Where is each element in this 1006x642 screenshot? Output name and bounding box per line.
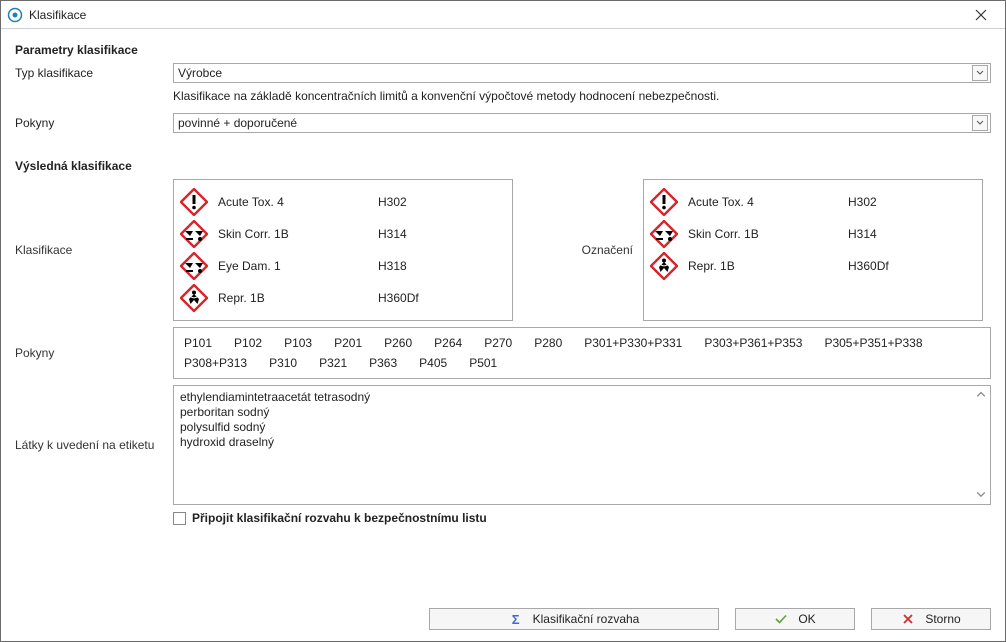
substances-row: Látky k uvedení na etiketu ethylendiamin… — [15, 385, 991, 505]
results-section-title: Výsledná klasifikace — [15, 159, 991, 173]
classification-code: H360Df — [378, 291, 504, 305]
classification-name: Repr. 1B — [218, 291, 378, 305]
classification-name: Skin Corr. 1B — [218, 227, 378, 241]
substance-line: ethylendiamintetraacetát tetrasodný — [180, 390, 972, 405]
type-hint-row: Klasifikace na základě koncentračních li… — [15, 87, 991, 109]
cancel-button-label: Storno — [925, 612, 960, 626]
checkbox-row: Připojit klasifikační rozvahu k bezpečno… — [15, 511, 991, 525]
p-code: P310 — [269, 356, 297, 370]
classification-name: Repr. 1B — [688, 259, 848, 273]
instructions-row: Pokyny povinné + doporučené — [15, 113, 991, 133]
chevron-down-icon — [974, 488, 988, 502]
substances-box: ethylendiamintetraacetát tetrasodnýperbo… — [173, 385, 991, 505]
type-combo[interactable]: Výrobce — [173, 63, 991, 83]
close-icon — [975, 9, 987, 21]
dialog-window: Klasifikace Parametry klasifikace Typ kl… — [0, 0, 1006, 642]
type-row: Typ klasifikace Výrobce — [15, 63, 991, 83]
classification-code: H360Df — [848, 259, 974, 273]
attach-checkbox[interactable] — [173, 512, 186, 525]
ok-button[interactable]: OK — [735, 608, 855, 630]
p-code: P301+P330+P331 — [584, 336, 682, 350]
instructions-combo[interactable]: povinné + doporučené — [173, 113, 991, 133]
ghs-corr-icon — [180, 252, 208, 280]
p-code: P260 — [384, 336, 412, 350]
ghs-health-icon — [650, 252, 678, 280]
x-icon — [901, 612, 915, 626]
p-code: P264 — [434, 336, 462, 350]
ghs-exclam-icon — [650, 188, 678, 216]
p-code: P101 — [184, 336, 212, 350]
classification-item: Skin Corr. 1BH314 — [180, 218, 504, 250]
params-section-title: Parametry klasifikace — [15, 43, 991, 57]
chevron-up-icon — [974, 388, 988, 402]
sigma-icon: Σ — [509, 612, 523, 626]
classification-code: H314 — [378, 227, 504, 241]
classification-item: Skin Corr. 1BH314 — [650, 218, 974, 250]
app-icon — [7, 7, 23, 23]
p-code: P303+P361+P353 — [704, 336, 802, 350]
close-button[interactable] — [961, 1, 1001, 28]
ghs-health-icon — [180, 284, 208, 312]
classification-name: Acute Tox. 4 — [688, 195, 848, 209]
instructions-label: Pokyny — [15, 116, 173, 130]
pcodes-box: P101 P102 P103 P201 P260 P264 P270 P280 P301+P33… — [173, 327, 991, 379]
reasoning-button-label: Klasifikační rozvaha — [533, 612, 640, 626]
substance-line: hydroxid draselný — [180, 435, 972, 450]
titlebar: Klasifikace — [1, 1, 1005, 29]
classification-code: H318 — [378, 259, 504, 273]
scrollbar[interactable] — [974, 388, 988, 502]
substances-list: ethylendiamintetraacetát tetrasodnýperbo… — [180, 390, 972, 450]
content-area: Parametry klasifikace Typ klasifikace Vý… — [1, 29, 1005, 597]
attach-checkbox-label: Připojit klasifikační rozvahu k bezpečno… — [192, 511, 487, 525]
p-code: P405 — [419, 356, 447, 370]
pcodes-label: Pokyny — [15, 327, 173, 379]
classification-item: Acute Tox. 4H302 — [650, 186, 974, 218]
p-code: P103 — [284, 336, 312, 350]
window-title: Klasifikace — [29, 8, 961, 22]
ghs-exclam-icon — [180, 188, 208, 216]
classification-item: Eye Dam. 1H318 — [180, 250, 504, 282]
classification-item: Repr. 1BH360Df — [180, 282, 504, 314]
classification-code: H302 — [848, 195, 974, 209]
type-combo-text: Výrobce — [178, 66, 972, 80]
ghs-corr-icon — [180, 220, 208, 248]
p-code: P102 — [234, 336, 262, 350]
p-code: P363 — [369, 356, 397, 370]
p-code: P201 — [334, 336, 362, 350]
instructions-combo-text: povinné + doporučené — [178, 116, 972, 130]
labelling-label: Označení — [513, 179, 643, 321]
classification-code: H314 — [848, 227, 974, 241]
classification-item: Repr. 1BH360Df — [650, 250, 974, 282]
pcodes-row: Pokyny P101P102P103P201P260P264P270P280P… — [15, 327, 991, 379]
check-icon — [774, 612, 788, 626]
classification-item: Acute Tox. 4H302 — [180, 186, 504, 218]
p-code: P321 — [319, 356, 347, 370]
labelling-box: Acute Tox. 4H302Skin Corr. 1BH314Repr. 1… — [643, 179, 983, 321]
classification-label: Klasifikace — [15, 179, 173, 321]
footer: Σ Klasifikační rozvaha OK Storno — [1, 597, 1005, 641]
ghs-corr-icon — [650, 220, 678, 248]
classification-box: Acute Tox. 4H302Skin Corr. 1BH314Eye Dam… — [173, 179, 513, 321]
chevron-down-icon — [972, 65, 988, 81]
classification-name: Eye Dam. 1 — [218, 259, 378, 273]
type-label: Typ klasifikace — [15, 66, 173, 80]
classification-name: Skin Corr. 1B — [688, 227, 848, 241]
type-hint: Klasifikace na základě koncentračních li… — [173, 87, 991, 109]
substance-line: polysulfid sodný — [180, 420, 972, 435]
classification-name: Acute Tox. 4 — [218, 195, 378, 209]
p-code: P305+P351+P338 — [824, 336, 922, 350]
substance-line: perboritan sodný — [180, 405, 972, 420]
classification-row: Klasifikace Acute Tox. 4H302Skin Corr. 1… — [15, 179, 991, 321]
classification-code: H302 — [378, 195, 504, 209]
chevron-down-icon — [972, 115, 988, 131]
ok-button-label: OK — [798, 612, 815, 626]
cancel-button[interactable]: Storno — [871, 608, 991, 630]
p-code: P270 — [484, 336, 512, 350]
substances-label: Látky k uvedení na etiketu — [15, 385, 173, 505]
p-code: P280 — [534, 336, 562, 350]
p-code: P501 — [469, 356, 497, 370]
p-code: P308+P313 — [184, 356, 247, 370]
reasoning-button[interactable]: Σ Klasifikační rozvaha — [429, 608, 719, 630]
